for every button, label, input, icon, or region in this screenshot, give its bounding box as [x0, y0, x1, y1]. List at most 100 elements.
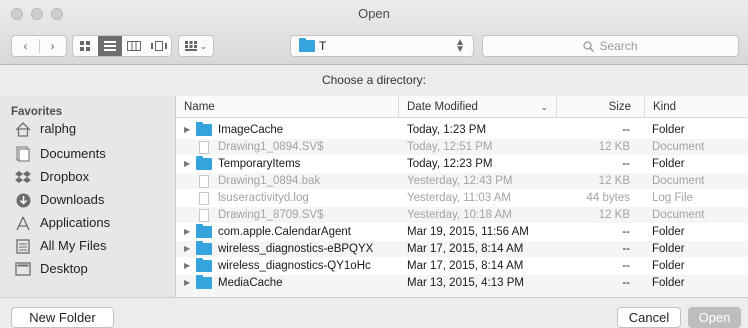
date-cell: Mar 19, 2015, 11:56 AM [407, 226, 529, 238]
cancel-button[interactable]: Cancel [617, 307, 681, 328]
sidebar-item-documents[interactable]: Documents [14, 143, 106, 165]
column-header-name[interactable]: Name [176, 96, 398, 118]
date-cell: Today, 1:23 PM [407, 124, 487, 136]
folder-icon [299, 38, 315, 52]
applications-icon [14, 215, 32, 231]
forward-button[interactable]: › [39, 39, 66, 53]
disclosure-triangle-icon[interactable]: ▶ [184, 275, 196, 291]
kind-cell: Folder [652, 277, 685, 289]
sidebar-item-all-my-files[interactable]: All My Files [14, 235, 106, 257]
sidebar-item-desktop[interactable]: Desktop [14, 258, 88, 280]
sidebar-item-ralphg[interactable]: ralphg [14, 118, 76, 140]
folder-row[interactable]: ▶ MediaCache Mar 13, 2015, 4:13 PM -- Folder [176, 275, 748, 291]
document-icon [199, 174, 209, 188]
folder-icon [196, 156, 212, 170]
sidebar-item-downloads[interactable]: Downloads [14, 189, 104, 211]
sidebar-item-label: Documents [40, 146, 106, 161]
name-cell: ▶Drawing1_0894.bak [176, 173, 390, 189]
sidebar-item-label: Dropbox [40, 169, 90, 184]
kind-cell: Folder [652, 158, 685, 170]
kind-cell: Folder [652, 226, 685, 238]
kind-cell: Folder [652, 260, 685, 272]
disclosure-triangle-icon[interactable]: ▶ [184, 241, 196, 257]
new-folder-button[interactable]: New Folder [11, 307, 114, 328]
view-mode-control [72, 35, 172, 57]
list-view-button[interactable] [97, 36, 122, 56]
location-popup[interactable]: T ▲ ▼ [290, 35, 474, 57]
disclosure-triangle-icon[interactable]: ▶ [184, 258, 196, 274]
file-name: ImageCache [218, 124, 284, 136]
home-icon [14, 121, 32, 137]
name-cell: ▶ wireless_diagnostics-eBPQYX [176, 241, 390, 257]
size-cell: -- [622, 158, 630, 170]
disclosure-triangle-icon[interactable]: ▶ [184, 156, 196, 172]
list-icon [103, 41, 116, 51]
sort-chevron-down-icon: ⌄ [540, 102, 548, 112]
date-cell: Mar 17, 2015, 8:14 AM [407, 260, 524, 272]
document-icon [199, 208, 209, 222]
file-name: Drawing1_8709.SV$ [218, 209, 324, 221]
sidebar-heading: Favorites [11, 106, 63, 118]
sidebar-item-label: Desktop [40, 261, 88, 276]
date-cell: Mar 13, 2015, 4:13 PM [407, 277, 524, 289]
name-cell: ▶Drawing1_0894.SV$ [176, 139, 390, 155]
coverflow-view-button[interactable] [147, 41, 172, 51]
name-cell: ▶ MediaCache [176, 275, 390, 291]
date-cell: Today, 12:51 PM [407, 141, 493, 153]
folder-row[interactable]: ▶ wireless_diagnostics-eBPQYX Mar 17, 2015… [176, 241, 748, 257]
sidebar-item-dropbox[interactable]: Dropbox [14, 166, 89, 188]
file-name: wireless_diagnostics-QY1oHc [218, 260, 371, 272]
arrange-grid-icon [184, 41, 197, 51]
arrange-menu-button[interactable]: ⌄ [178, 35, 214, 57]
sidebar: Favorites ralphg Documents Dropbox Downl… [0, 96, 176, 297]
sidebar-item-label: Applications [40, 215, 111, 230]
desktop-icon [14, 261, 32, 277]
search-field[interactable]: Search [482, 35, 739, 57]
kind-cell: Document [652, 209, 705, 221]
kind-cell: Log File [652, 192, 693, 204]
file-row: ▶lsuseractivityd.log Yesterday, 11:03 AM 4… [176, 190, 748, 206]
file-row: ▶Drawing1_0894.bak Yesterday, 12:43 PM 12 … [176, 173, 748, 189]
folder-icon [196, 122, 212, 136]
disclosure-triangle-icon[interactable]: ▶ [184, 122, 196, 138]
size-cell: -- [622, 260, 630, 272]
name-cell: ▶ TemporaryItems [176, 156, 390, 172]
back-button[interactable]: ‹ [12, 39, 39, 53]
column-view-button[interactable] [122, 41, 147, 51]
column-header-date-label: Date Modified [407, 101, 478, 113]
folder-row[interactable]: ▶ wireless_diagnostics-QY1oHc Mar 17, 2015… [176, 258, 748, 274]
sidebar-item-label: All My Files [40, 238, 107, 253]
name-cell: ▶Drawing1_8709.SV$ [176, 207, 390, 223]
updown-chevron-icon: ▲ ▼ [455, 37, 465, 55]
date-cell: Mar 17, 2015, 8:14 AM [407, 243, 524, 255]
column-header-size[interactable]: Size [556, 96, 644, 118]
coverflow-icon [150, 41, 167, 51]
folder-row[interactable]: ▶ com.apple.CalendarAgent Mar 19, 2015, 11… [176, 224, 748, 240]
search-placeholder: Search [599, 39, 638, 53]
sidebar-item-label: Downloads [40, 192, 105, 207]
date-cell: Yesterday, 12:43 PM [407, 175, 513, 187]
file-row: ▶Drawing1_8709.SV$ Yesterday, 10:18 AM 12 … [176, 207, 748, 223]
kind-cell: Document [652, 141, 705, 153]
folder-row[interactable]: ▶ TemporaryItems Today, 12:23 PM -- Folder [176, 156, 748, 172]
size-cell: 12 KB [598, 175, 630, 187]
column-header-kind[interactable]: Kind [644, 96, 748, 118]
document-icon [199, 191, 209, 205]
file-name: MediaCache [218, 277, 283, 289]
size-cell: -- [622, 277, 630, 289]
column-header-date[interactable]: Date Modified ⌄ [398, 96, 556, 118]
title-toolbar: Open ‹ › ⌄ T ▲ ▼ Search [0, 0, 748, 65]
icon-view-button[interactable] [73, 41, 98, 51]
folder-icon [196, 241, 212, 255]
file-name: com.apple.CalendarAgent [218, 226, 351, 238]
folder-icon [196, 258, 212, 272]
document-icon [199, 140, 209, 154]
location-label: T [319, 39, 327, 53]
columns-icon [127, 41, 142, 51]
open-button[interactable]: Open [688, 307, 741, 328]
folder-row[interactable]: ▶ ImageCache Today, 1:23 PM -- Folder [176, 122, 748, 138]
sidebar-item-applications[interactable]: Applications [14, 212, 110, 234]
downloads-icon [14, 192, 32, 208]
disclosure-triangle-icon[interactable]: ▶ [184, 224, 196, 240]
file-name: Drawing1_0894.bak [218, 175, 321, 187]
